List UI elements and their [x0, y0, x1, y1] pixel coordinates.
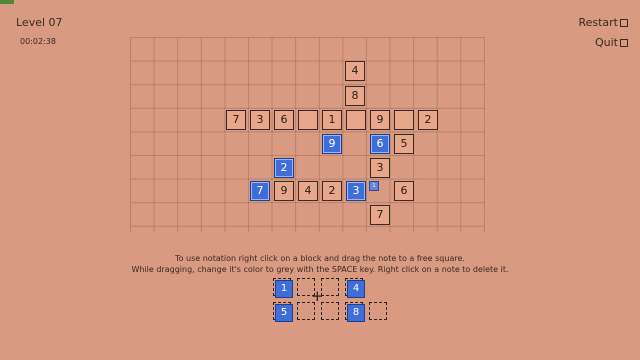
restart-checkbox-icon — [620, 18, 628, 27]
palette-slot[interactable] — [369, 302, 387, 320]
board-cell-blue[interactable]: 3 — [346, 181, 366, 201]
board-cell-blue[interactable]: 2 — [274, 158, 294, 178]
board-cell-blue[interactable]: 6 — [370, 134, 390, 154]
timer: 00:02:38 — [20, 37, 56, 46]
restart-button[interactable]: Restart — [578, 16, 628, 29]
instructions-line-2: While dragging, change it's color to gre… — [131, 265, 509, 274]
level-title: Level 07 — [16, 16, 63, 29]
status-bar-indicator — [0, 0, 14, 4]
board-cell[interactable]: 5 — [394, 134, 414, 154]
board-cell[interactable]: 3 — [370, 158, 390, 178]
board-cell[interactable]: 3 — [250, 110, 270, 130]
board-cell[interactable]: 7 — [370, 205, 390, 225]
board-cell[interactable]: 1 — [322, 110, 342, 130]
board-cell-blue[interactable]: 7 — [250, 181, 270, 201]
palette-block[interactable]: 5 — [275, 304, 293, 322]
plus-icon: + — [311, 287, 324, 305]
instructions-line-1: To use notation right click on a block a… — [175, 254, 465, 263]
notation-note[interactable]: 1 — [369, 181, 379, 191]
palette-block[interactable]: 1 — [275, 280, 293, 298]
palette-block[interactable]: 8 — [347, 304, 365, 322]
board-cell[interactable]: 4 — [345, 61, 365, 81]
quit-checkbox-icon — [620, 38, 628, 47]
board-cell[interactable]: 9 — [370, 110, 390, 130]
board-cell[interactable]: 9 — [274, 181, 294, 201]
board-cell[interactable]: 2 — [418, 110, 438, 130]
board-cell-blue[interactable]: 9 — [322, 134, 342, 154]
restart-label: Restart — [578, 16, 618, 29]
instructions: To use notation right click on a block a… — [0, 253, 640, 275]
palette-slot[interactable] — [321, 278, 339, 296]
board-cell[interactable]: 4 — [298, 181, 318, 201]
board-cell[interactable]: 7 — [226, 110, 246, 130]
board-cell[interactable]: 8 — [345, 86, 365, 106]
palette-block[interactable]: 4 — [347, 280, 365, 298]
board-cell[interactable] — [298, 110, 318, 130]
quit-button[interactable]: Quit — [595, 36, 628, 49]
board-cell[interactable]: 2 — [322, 181, 342, 201]
board-cell[interactable] — [394, 110, 414, 130]
board-cell[interactable] — [346, 110, 366, 130]
game-grid[interactable] — [130, 37, 485, 232]
board-cell[interactable]: 6 — [394, 181, 414, 201]
quit-label: Quit — [595, 36, 618, 49]
board-cell[interactable]: 6 — [274, 110, 294, 130]
palette-slot[interactable] — [321, 302, 339, 320]
